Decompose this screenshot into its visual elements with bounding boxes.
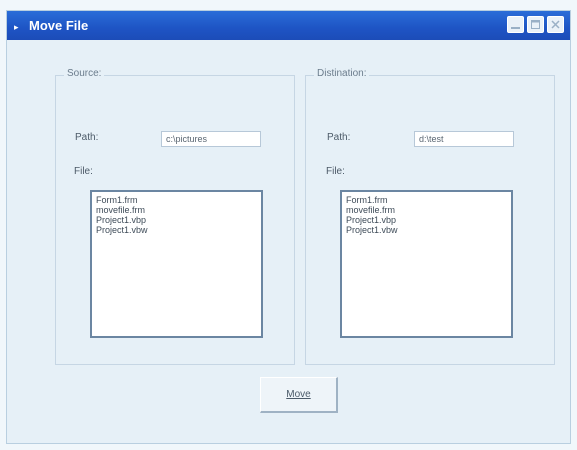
close-icon [551, 20, 560, 29]
list-item[interactable]: Project1.vbp [346, 215, 511, 225]
list-item[interactable]: movefile.frm [346, 205, 511, 215]
list-item[interactable]: Form1.frm [96, 195, 261, 205]
window-menu-icon[interactable]: ▸ [14, 23, 19, 32]
maximize-icon [531, 20, 540, 29]
destination-file-list[interactable]: Form1.frm movefile.frm Project1.vbp Proj… [340, 190, 513, 338]
source-file-label: File: [74, 166, 93, 177]
destination-legend: Distination: [314, 68, 370, 79]
destination-file-label: File: [326, 166, 345, 177]
close-button[interactable] [547, 16, 564, 33]
window-title: Move File [29, 18, 89, 33]
move-button[interactable]: Move [260, 377, 338, 413]
list-item[interactable]: Project1.vbw [96, 225, 261, 235]
destination-path-input[interactable]: d:\test [414, 131, 514, 147]
list-item[interactable]: Project1.vbp [96, 215, 261, 225]
source-file-list[interactable]: Form1.frm movefile.frm Project1.vbp Proj… [90, 190, 263, 338]
source-path-label: Path: [75, 132, 99, 143]
list-item[interactable]: Project1.vbw [346, 225, 511, 235]
minimize-button[interactable] [507, 16, 524, 33]
list-item[interactable]: Form1.frm [346, 195, 511, 205]
title-bar[interactable]: ▸ Move File [7, 11, 570, 40]
maximize-button[interactable] [527, 16, 544, 33]
move-button-label: Move [286, 389, 311, 400]
destination-path-label: Path: [327, 132, 351, 143]
minimize-icon [511, 27, 520, 29]
destination-group: Distination: Path: d:\test File: Form1.f… [305, 68, 555, 365]
list-item[interactable]: movefile.frm [96, 205, 261, 215]
move-file-window: ▸ Move File Source: Path: c:\pictures Fi… [6, 10, 571, 444]
source-group: Source: Path: c:\pictures File: Form1.fr… [55, 68, 295, 365]
source-legend: Source: [64, 68, 105, 79]
source-path-input[interactable]: c:\pictures [161, 131, 261, 147]
